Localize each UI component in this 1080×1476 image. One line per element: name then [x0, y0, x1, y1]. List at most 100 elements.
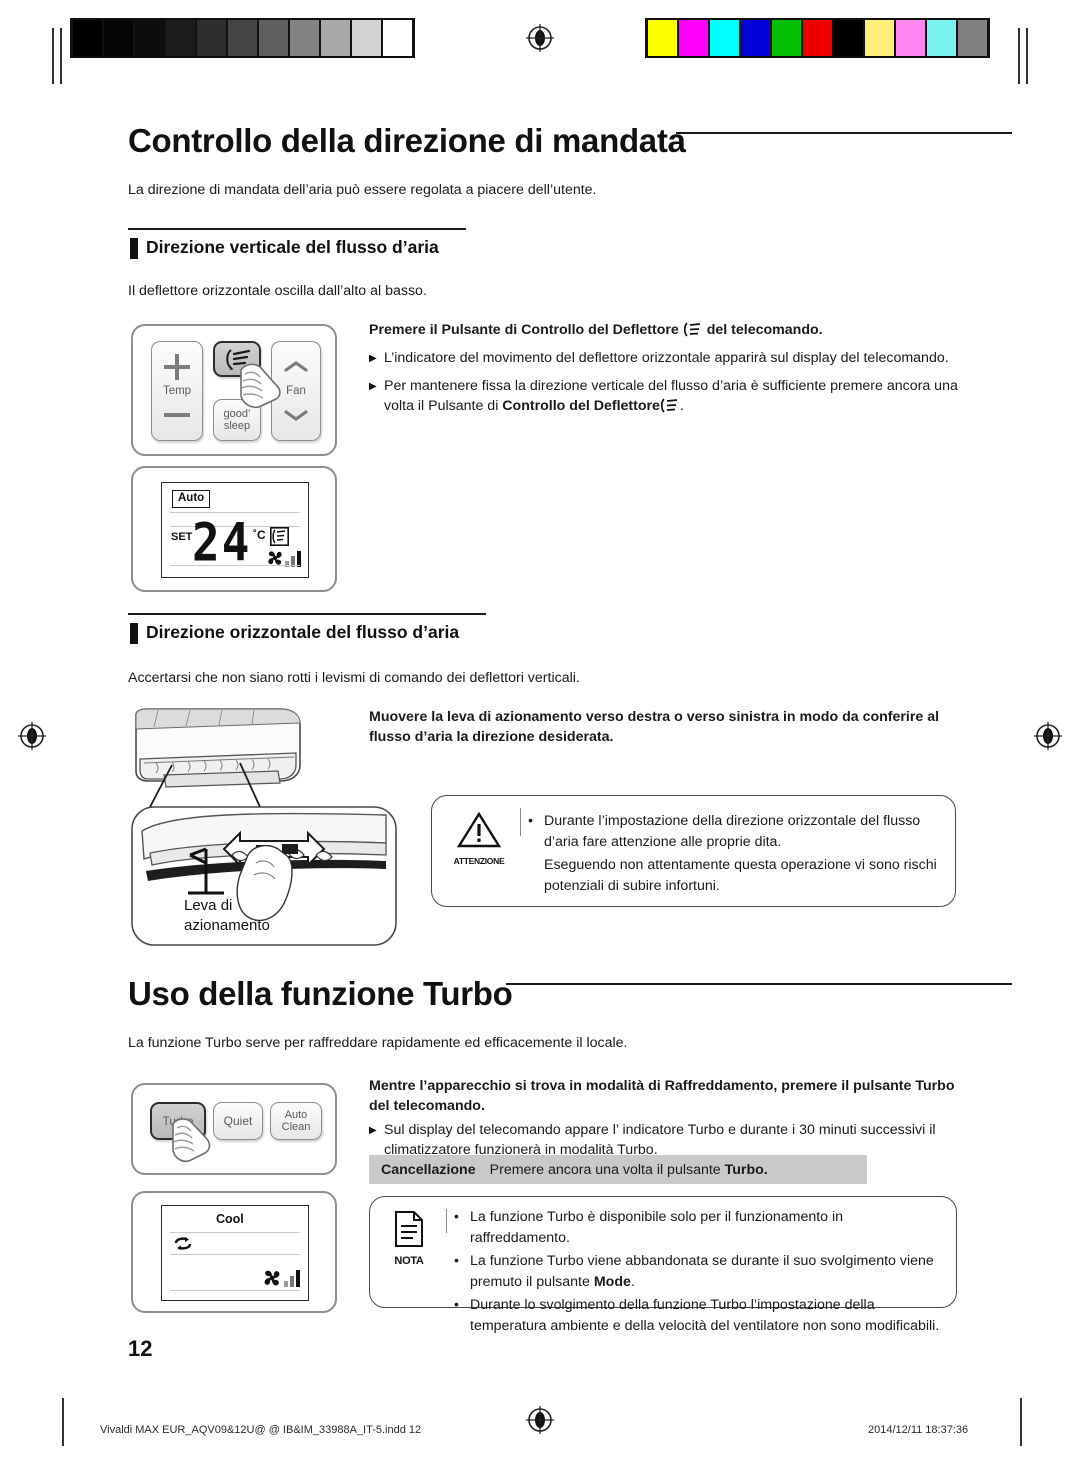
- pointing-hand-icon: [240, 363, 281, 409]
- bullet-text: Durante l’impostazione della direzione o…: [544, 813, 921, 850]
- chapter-title-turbo: Uso della funzione Turbo: [128, 975, 513, 1012]
- note-lines: • La funzione Turbo è disponibile solo p…: [454, 1207, 944, 1339]
- remote-lcd-screen-cool: Cool: [161, 1205, 309, 1301]
- bullet-text-post: .: [630, 1274, 635, 1290]
- list-item: ▶ Sul display del telecomando appare l’ …: [369, 1120, 969, 1160]
- lcd-unit: ˚C: [253, 528, 266, 542]
- lcd-set-label: SET: [171, 531, 193, 543]
- list-item: • Durante lo svolgimento della funzione …: [454, 1295, 944, 1337]
- bullet-text: La funzione Turbo è disponibile solo per…: [470, 1209, 844, 1246]
- note-callout: NOTA • La funzione Turbo è disponibile s…: [369, 1196, 957, 1334]
- list-item: • La funzione Turbo è disponibile solo p…: [454, 1207, 944, 1249]
- footer-filename: Vivaldi MAX EUR_AQV09&12U@ @ IB&IM_33988…: [100, 1424, 422, 1436]
- bullet-text: Eseguendo non attentamente questa operaz…: [544, 857, 937, 894]
- bullet-text-post: .: [679, 398, 684, 414]
- chapter-title-rule-turbo: [506, 983, 1012, 985]
- lcd-temperature-value: 24: [192, 510, 252, 574]
- bullet-text: Sul display del telecomando appare l’ in…: [384, 1122, 936, 1158]
- cancellation-text: Premere ancora una volta il pulsante Tur…: [490, 1162, 768, 1178]
- bullet-text-pre: La funzione Turbo viene abbandonata se d…: [470, 1253, 934, 1290]
- vertical-subhead-rule: [128, 228, 466, 230]
- warning-triangle-icon: [456, 811, 502, 848]
- bullet-text: La funzione Turbo viene abbandonata se d…: [470, 1251, 944, 1293]
- list-item: • Durante l’impostazione della direzione…: [528, 811, 942, 853]
- lcd-illustration-turbo: Cool: [131, 1191, 337, 1313]
- bullet-text-bold: Mode: [593, 1274, 631, 1290]
- minus-icon: [164, 413, 190, 417]
- caution-divider: [520, 808, 522, 836]
- turbo-intro: La funzione Turbo serve per raffreddare …: [128, 1035, 628, 1051]
- deflector-glyph-inline: [683, 322, 703, 337]
- temp-key[interactable]: Temp: [151, 341, 203, 441]
- cancellation-text-bold: Turbo.: [724, 1161, 768, 1178]
- bullet-marker: ▶: [369, 381, 377, 392]
- bullet-marker: [528, 855, 544, 897]
- note-caption: NOTA: [394, 1255, 424, 1267]
- vertical-instruction-post: del telecomando.: [706, 322, 823, 338]
- horizontal-intro: Accertarsi che non siano rotti i levismi…: [128, 670, 580, 686]
- lcd-fan-speed-bars-cool: [284, 1270, 300, 1287]
- chapter-title-rule: [676, 132, 1012, 134]
- bullet-marker: ▶: [369, 1125, 377, 1136]
- good-sleep-label-2: sleep: [223, 420, 251, 432]
- caution-icon-column: ATTENZIONE: [446, 810, 512, 866]
- bullet-marker: •: [454, 1253, 459, 1269]
- lever-label: Leva di azionamento: [184, 896, 270, 936]
- caution-caption: ATTENZIONE: [453, 856, 505, 866]
- caution-lines: • Durante l’impostazione della direzione…: [528, 811, 942, 899]
- vertical-instruction-pre: Premere il Pulsante di Controllo del Def…: [369, 322, 679, 338]
- page-number: 12: [128, 1336, 153, 1361]
- lever-label-line-1: Leva di: [184, 897, 233, 914]
- note-icon-column: NOTA: [380, 1209, 438, 1267]
- bullet-text-bold: Controllo del Deflettore: [502, 398, 660, 414]
- lcd-turbo-icon: [174, 1237, 192, 1250]
- bullet-marker: •: [454, 1209, 459, 1225]
- bullet-marker: •: [528, 813, 533, 829]
- vertical-bullet-list: ▶ L’indicatore del movimento del deflett…: [369, 348, 967, 423]
- list-item: • La funzione Turbo viene abbandonata se…: [454, 1251, 944, 1293]
- caution-callout: ATTENZIONE • Durante l’impostazione dell…: [431, 795, 956, 907]
- lever-label-line-2: azionamento: [184, 917, 270, 934]
- auto-clean-label-1: Auto: [284, 1109, 308, 1121]
- lcd-mode-auto: Auto: [172, 490, 211, 508]
- bullet-text: L’indicatore del movimento del deflettor…: [384, 350, 949, 366]
- deflector-glyph-inline-2: [660, 398, 680, 413]
- plus-icon: [164, 354, 190, 380]
- list-item: ▶ Per mantenere fissa la direzione verti…: [369, 376, 967, 416]
- bullet-text: Durante lo svolgimento della funzione Tu…: [470, 1297, 940, 1334]
- auto-clean-label-2: Clean: [281, 1121, 311, 1133]
- lcd-deflector-icon: [270, 527, 289, 546]
- cancellation-text-pre: Premere ancora una volta il pulsante: [489, 1161, 725, 1178]
- remote-keypad-illustration-turbo: Turbo Quiet Auto Clean: [131, 1083, 337, 1175]
- vertical-intro: Il deflettore orizzontale oscilla dall’a…: [128, 283, 427, 299]
- note-divider: [446, 1209, 448, 1233]
- auto-clean-key[interactable]: Auto Clean: [270, 1102, 322, 1140]
- horizontal-subhead-rule: [128, 613, 486, 615]
- remote-keypad-illustration-vertical: Temp good’ sleep Fan: [131, 324, 337, 456]
- remote-lcd-screen: Auto SET 24 ˚C: [161, 482, 309, 578]
- turbo-instruction: Mentre l’apparecchio si trova in modalit…: [369, 1078, 955, 1114]
- footer-timestamp: 2014/12/11 18:37:36: [868, 1424, 969, 1436]
- subhead-vertical-airflow: Direzione verticale del flusso d’aria: [130, 237, 439, 259]
- list-item: ▶ L’indicatore del movimento del deflett…: [369, 348, 967, 369]
- temp-key-label: Temp: [162, 385, 192, 397]
- list-item: Eseguendo non attentamente questa operaz…: [528, 855, 942, 897]
- lcd-rule-1: [170, 1232, 300, 1234]
- lcd-rule-3: [170, 1290, 300, 1292]
- vertical-instruction: Premere il Pulsante di Controllo del Def…: [369, 320, 969, 340]
- chapter-title-airflow: Controllo della direzione di mandata: [128, 122, 686, 159]
- lcd-rule-2: [170, 1254, 300, 1256]
- horizontal-instruction: Muovere la leva di azionamento verso des…: [369, 709, 940, 745]
- bullet-marker: •: [454, 1297, 459, 1313]
- subhead-horizontal-airflow: Direzione orizzontale del flusso d’aria: [130, 622, 459, 644]
- manual-page: Controllo della direzione di mandata La …: [0, 0, 1080, 1476]
- quiet-key-label: Quiet: [223, 1114, 253, 1128]
- cancellation-label: Cancellazione: [381, 1161, 476, 1178]
- bullet-text: Per mantenere fissa la direzione vertica…: [384, 376, 967, 416]
- note-document-icon: [395, 1211, 423, 1247]
- pointing-hand-icon-turbo: [172, 1118, 211, 1163]
- lcd-illustration-vertical: Auto SET 24 ˚C: [131, 466, 337, 592]
- lcd-mode-cool: Cool: [216, 1212, 244, 1226]
- lcd-rule-3: [170, 565, 300, 567]
- airflow-intro: La direzione di mandata dell’aria può es…: [128, 182, 597, 198]
